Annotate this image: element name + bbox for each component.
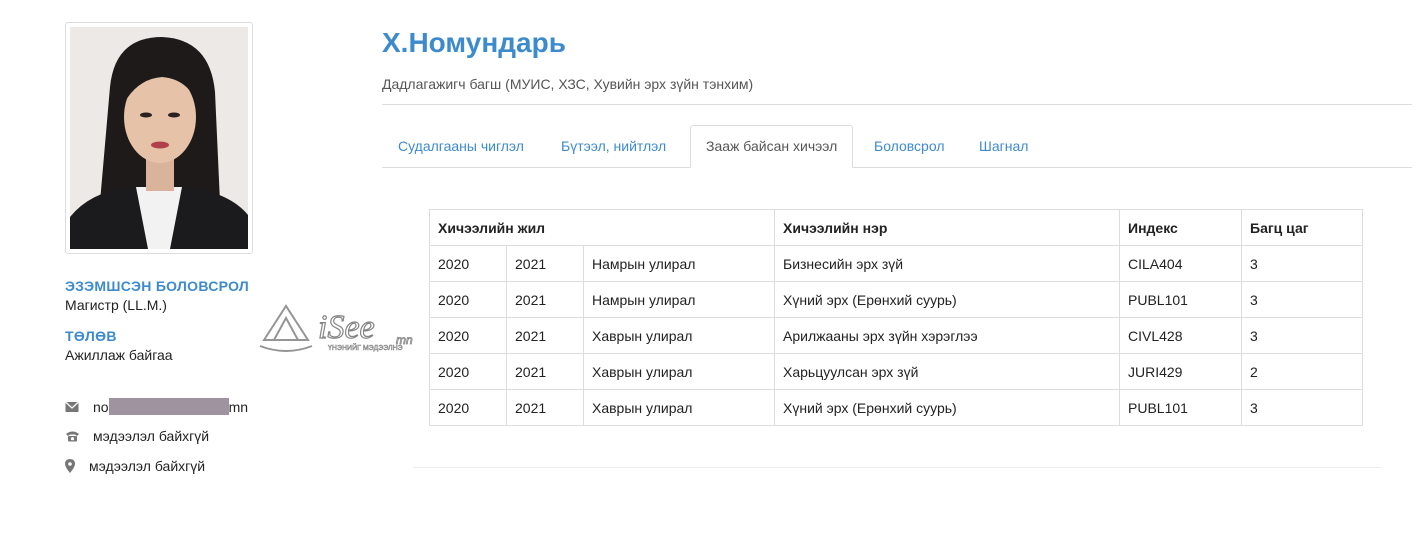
map-marker-icon (65, 459, 77, 473)
cell-course-index: PUBL101 (1119, 389, 1242, 426)
cell-start-year: 2020 (429, 245, 507, 282)
education-heading: ЭЗЭМШСЭН БОЛОВСРОЛ (65, 278, 250, 294)
table-row: 2020 2021 Хаврын улирал Харьцуулсан эрх … (429, 353, 1363, 390)
courses-table: Хичээлийн жил Хичээлийн нэр Индекс Багц … (429, 209, 1363, 426)
header-course-year: Хичээлийн жил (429, 209, 775, 246)
cell-course-name: Арилжааны эрх зүйн хэрэглээ (774, 317, 1120, 354)
tab-research[interactable]: Судалгааны чиглэл (383, 125, 539, 167)
contact-email[interactable]: no mn (65, 398, 248, 415)
contact-address: мэдээлэл байхгүй (65, 458, 205, 474)
email-suffix: mn (228, 398, 249, 415)
cell-term: Хаврын улирал (583, 389, 775, 426)
tab-awards[interactable]: Шагнал (964, 125, 1043, 167)
email-prefix: no (93, 398, 109, 415)
cell-term: Хаврын улирал (583, 317, 775, 354)
cell-end-year: 2021 (506, 317, 584, 354)
cell-course-name: Бизнесийн эрх зүй (774, 245, 1120, 282)
content-divider (413, 467, 1381, 468)
profile-photo-frame (65, 22, 253, 254)
table-row: 2020 2021 Хаврын улирал Хүний эрх (Ерөнх… (429, 389, 1363, 426)
status-heading: ТӨЛӨВ (65, 328, 117, 344)
teacher-name: Х.Номундарь (382, 27, 566, 58)
table-row: 2020 2021 Хаврын улирал Арилжааны эрх зү… (429, 317, 1363, 354)
tab-publications[interactable]: Бүтээл, нийтлэл (546, 125, 681, 167)
cell-end-year: 2021 (506, 389, 584, 426)
header-credit-hours: Багц цаг (1241, 209, 1363, 246)
cell-course-index: CIVL428 (1119, 317, 1242, 354)
header-course-name: Хичээлийн нэр (774, 209, 1120, 246)
cell-term: Намрын улирал (583, 281, 775, 318)
phone-value: мэдээлэл байхгүй (93, 428, 210, 444)
cell-term: Хаврын улирал (583, 353, 775, 390)
header-divider (382, 104, 1412, 105)
isee-watermark: iSee mn ҮНЭНИЙГ МЭДЭЭЛНЭ (256, 300, 426, 360)
cell-start-year: 2020 (429, 281, 507, 318)
status-value: Ажиллаж байгаа (65, 347, 173, 363)
cell-start-year: 2020 (429, 353, 507, 390)
teacher-position: Дадлагажигч багш (МУИС, ХЗС, Хувийн эрх … (382, 76, 754, 92)
cell-start-year: 2020 (429, 389, 507, 426)
cell-credit: 2 (1241, 353, 1363, 390)
profile-tabs: Судалгааны чиглэл Бүтээл, нийтлэл Зааж б… (382, 125, 1412, 168)
cell-end-year: 2021 (506, 245, 584, 282)
profile-photo (70, 27, 248, 249)
status-section: ТӨЛӨВ Ажиллаж байгаа (65, 328, 173, 363)
watermark-brand: iSee (318, 309, 375, 346)
cell-end-year: 2021 (506, 353, 584, 390)
cell-end-year: 2021 (506, 281, 584, 318)
cell-credit: 3 (1241, 281, 1363, 318)
tab-education[interactable]: Боловсрол (859, 125, 960, 167)
contact-phone: мэдээлэл байхгүй (65, 428, 209, 444)
email-redaction (108, 398, 229, 415)
watermark-tagline: ҮНЭНИЙГ МЭДЭЭЛНЭ (328, 343, 403, 352)
cell-credit: 3 (1241, 389, 1363, 426)
tab-courses-taught[interactable]: Зааж байсан хичээл (690, 125, 854, 168)
table-row: 2020 2021 Намрын улирал Бизнесийн эрх зү… (429, 245, 1363, 282)
cell-course-name: Хүний эрх (Ерөнхий суурь) (774, 389, 1120, 426)
cell-course-index: PUBL101 (1119, 281, 1242, 318)
header-course-index: Индекс (1119, 209, 1242, 246)
table-header-row: Хичээлийн жил Хичээлийн нэр Индекс Багц … (429, 209, 1363, 246)
cell-course-name: Харьцуулсан эрх зүй (774, 353, 1120, 390)
cell-course-name: Хүний эрх (Ерөнхий суурь) (774, 281, 1120, 318)
table-row: 2020 2021 Намрын улирал Хүний эрх (Ерөнх… (429, 281, 1363, 318)
education-value: Магистр (LL.M.) (65, 297, 167, 313)
envelope-icon (65, 400, 81, 414)
phone-icon (65, 429, 81, 443)
cell-term: Намрын улирал (583, 245, 775, 282)
address-value: мэдээлэл байхгүй (89, 458, 206, 474)
cell-course-index: JURI429 (1119, 353, 1242, 390)
cell-credit: 3 (1241, 317, 1363, 354)
education-section: ЭЗЭМШСЭН БОЛОВСРОЛ Магистр (LL.M.) (65, 278, 249, 313)
cell-course-index: CILA404 (1119, 245, 1242, 282)
cell-start-year: 2020 (429, 317, 507, 354)
cell-credit: 3 (1241, 245, 1363, 282)
